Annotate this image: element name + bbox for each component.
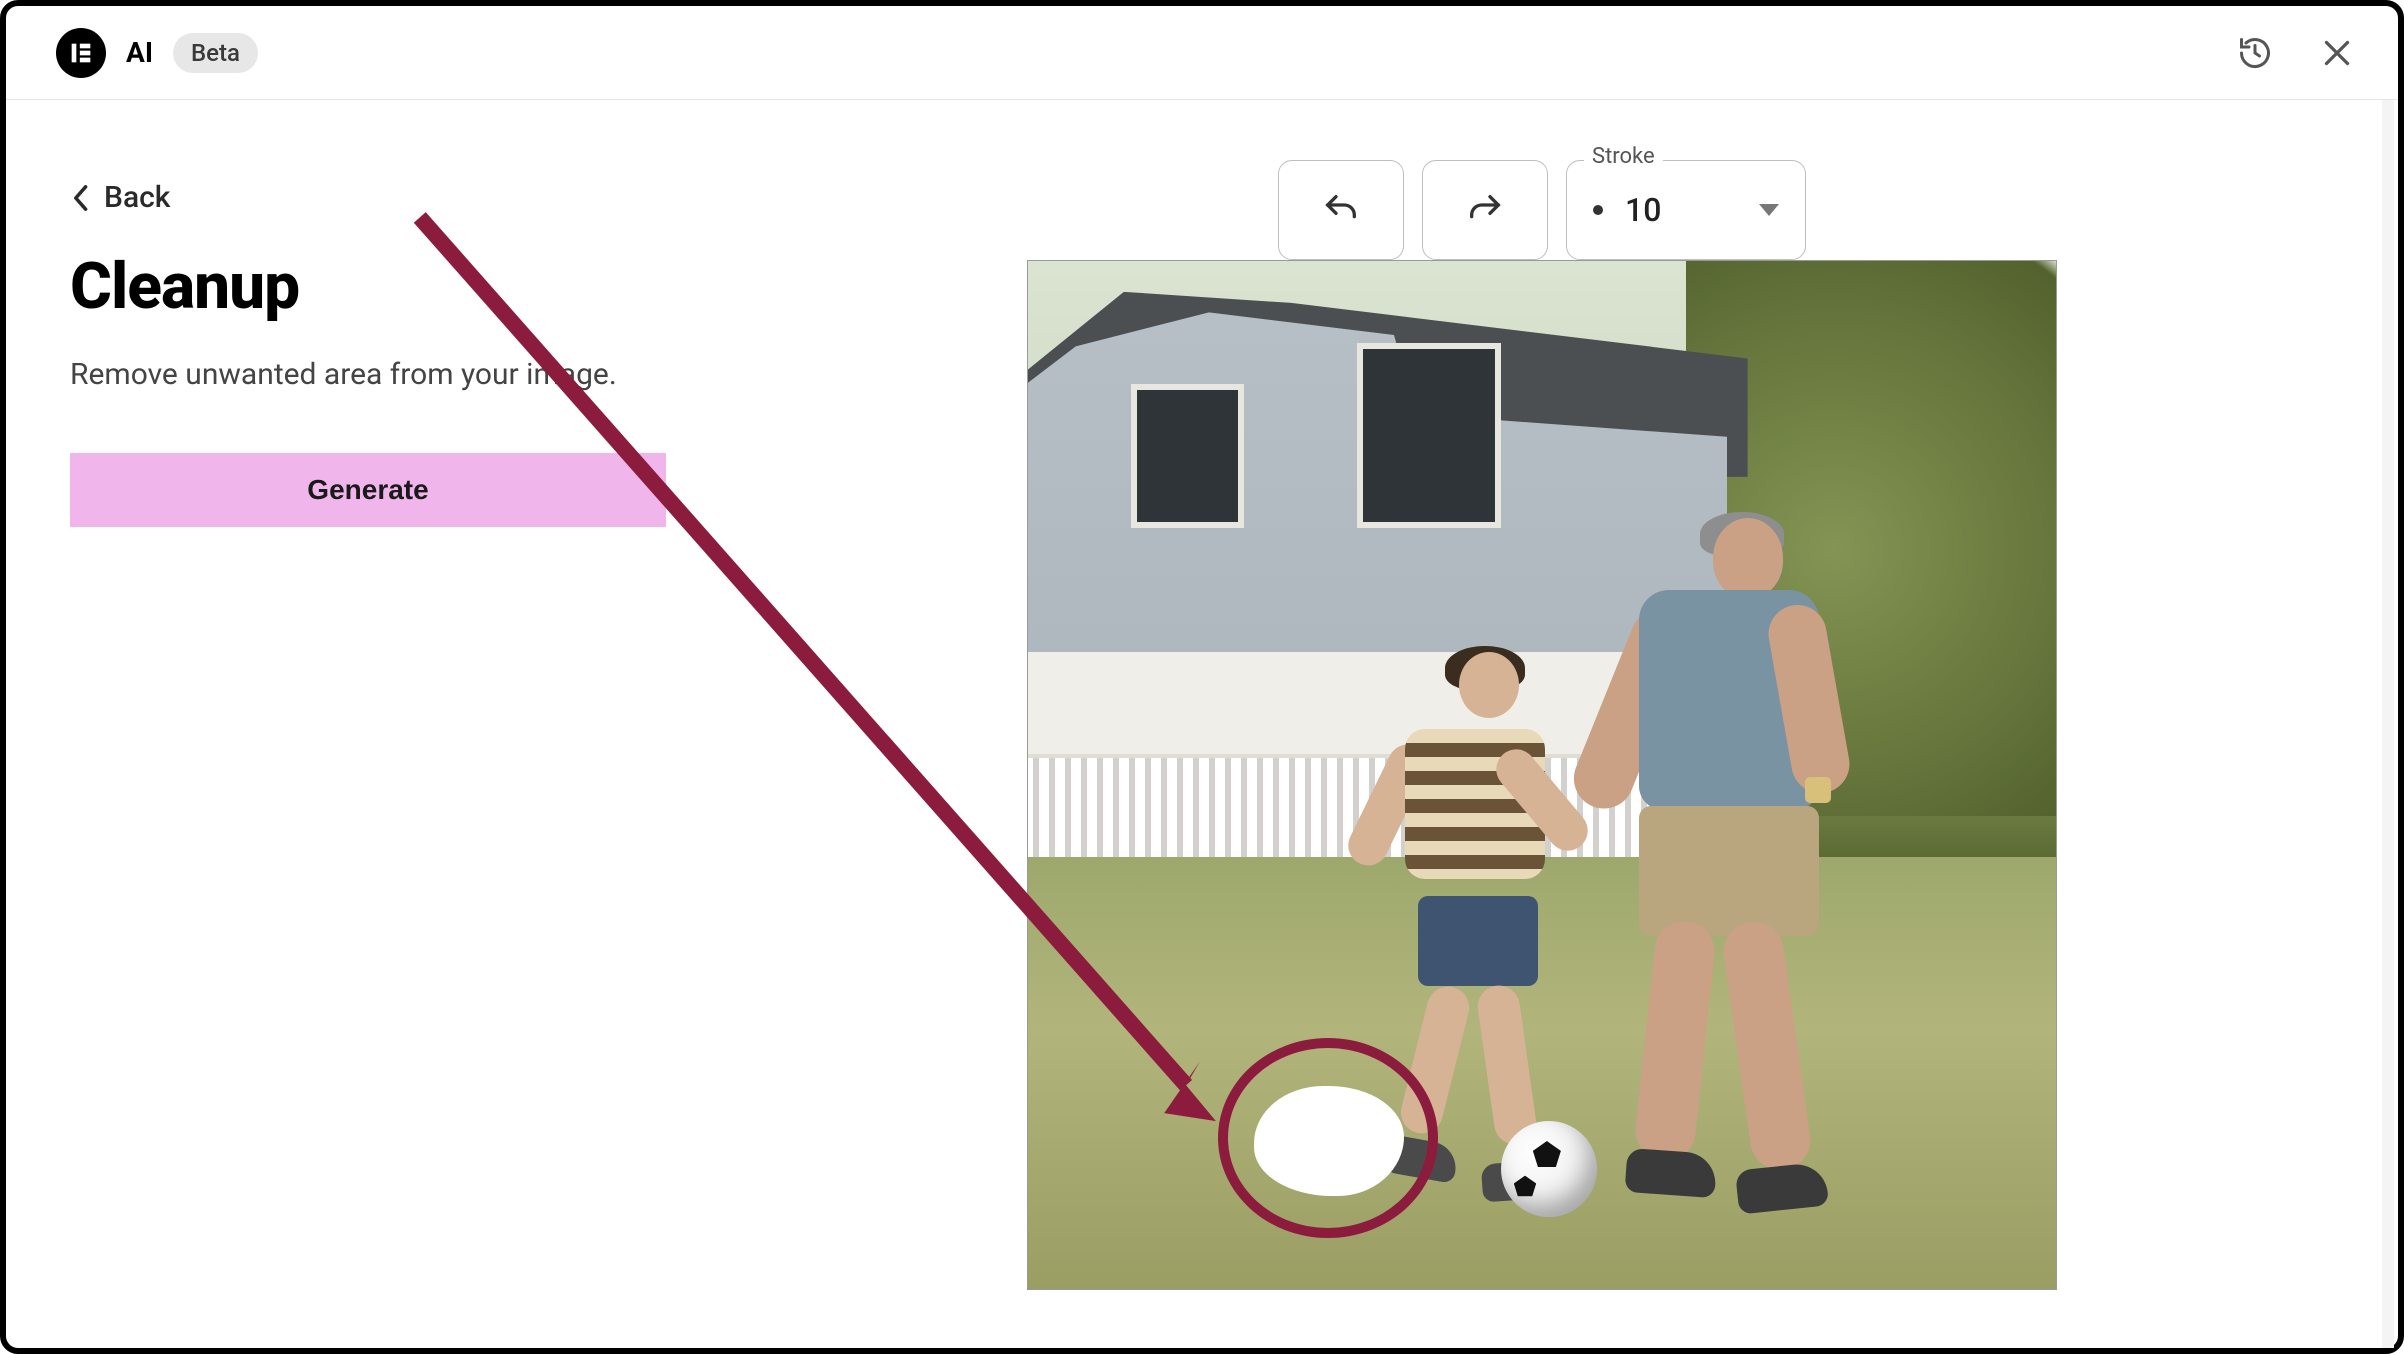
redo-button[interactable] [1422,160,1548,260]
back-button[interactable]: Back [70,180,622,215]
header-left: AI Beta [56,28,258,78]
page-subtitle: Remove unwanted area from your image. [70,352,622,397]
stroke-dot-icon [1593,205,1603,215]
undo-button[interactable] [1278,160,1404,260]
stroke-value: 10 [1625,191,1759,229]
page-title: Cleanup [70,249,622,324]
stroke-select[interactable]: 10 [1566,160,1806,260]
scene-window [1357,343,1501,528]
header-right [2234,32,2358,74]
elementor-logo-icon [56,28,106,78]
beta-badge: Beta [173,33,258,73]
undo-icon [1321,190,1361,230]
back-label: Back [104,180,170,215]
scrollbar[interactable] [2382,100,2394,1348]
left-panel: Back Cleanup Remove unwanted area from y… [6,100,686,1348]
editor-area: Stroke 10 [686,100,2398,1348]
chevron-down-icon [1759,204,1779,216]
scene-window [1131,384,1244,528]
history-icon[interactable] [2234,32,2276,74]
main-content: Back Cleanup Remove unwanted area from y… [6,100,2398,1348]
image-canvas[interactable] [1027,260,2057,1290]
stroke-legend: Stroke [1584,144,1663,169]
ai-label: AI [126,36,153,69]
editor-toolbar: Stroke 10 [1278,160,1806,260]
scene-soccer-ball [1501,1121,1597,1217]
close-icon[interactable] [2316,32,2358,74]
image-content [1028,261,2056,1289]
scene-man [1583,518,1891,1238]
chevron-left-icon [70,184,90,212]
generate-button[interactable]: Generate [70,453,666,527]
stroke-select-wrap: Stroke 10 [1566,160,1806,260]
app-header: AI Beta [6,6,2398,100]
redo-icon [1465,190,1505,230]
annotation-circle [1218,1038,1438,1238]
